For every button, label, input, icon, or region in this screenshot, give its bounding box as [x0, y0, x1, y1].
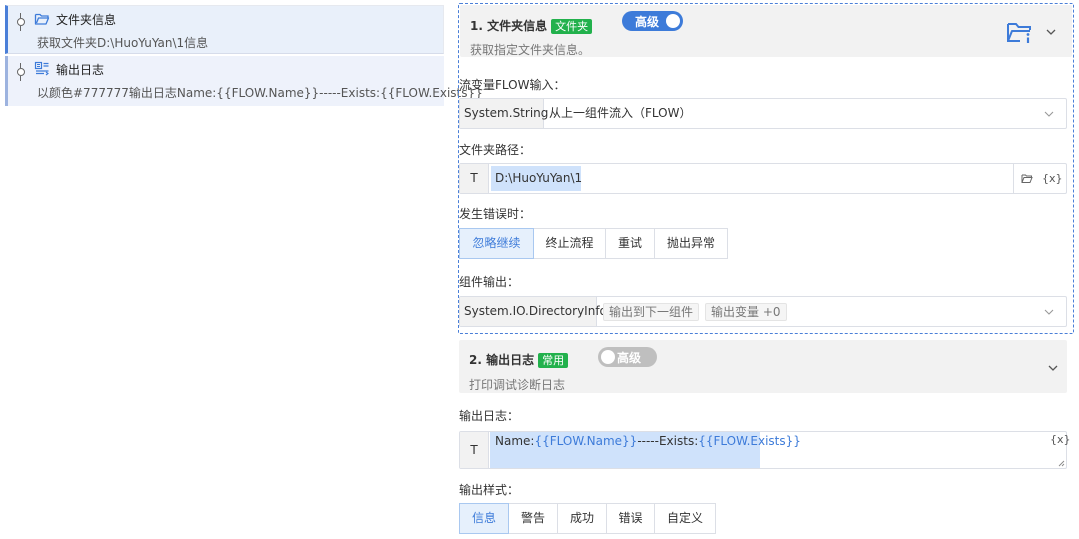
- category-tag: 常用: [538, 353, 569, 368]
- on-error-ignore-button[interactable]: 忽略继续: [459, 228, 534, 259]
- style-info-button[interactable]: 信息: [459, 503, 509, 534]
- flow-node-connector-icon: [17, 63, 25, 81]
- log-variable-name: {{FLOW.Name}}: [534, 434, 638, 448]
- folder-path-field[interactable]: T D:\HuoYuYan\1 {x}: [459, 163, 1067, 194]
- log-text-input[interactable]: Name:{{FLOW.Name}}-----Exists:{{FLOW.Exi…: [495, 433, 801, 449]
- flow-item-folder-info[interactable]: 文件夹信息 获取文件夹D:\HuoYuYan\1信息: [5, 5, 444, 54]
- card-header-log-output[interactable]: 2. 输出日志 常用 高级 打印调试诊断日志: [459, 340, 1067, 393]
- divider: [1013, 164, 1014, 193]
- output-variable-chip[interactable]: 输出变量 +0: [705, 303, 787, 321]
- on-error-button-group: 忽略继续 终止流程 重试 抛出异常: [459, 228, 728, 259]
- card-title: 2. 输出日志 常用: [469, 351, 569, 368]
- log-variable-exists: {{FLOW.Exists}}: [698, 434, 801, 448]
- folder-open-icon: [34, 13, 50, 25]
- card-description: 获取指定文件夹信息。: [470, 43, 591, 57]
- config-panel: 1. 文件夹信息 文件夹 高级 获取指定文件夹信息。 流变量FLOW输入： Sys…: [446, 0, 1079, 539]
- toggle-knob: [601, 350, 615, 364]
- output-style-button-group: 信息 警告 成功 错误 自定义: [459, 503, 716, 534]
- style-custom-button[interactable]: 自定义: [654, 503, 716, 534]
- chevron-down-icon[interactable]: [1046, 27, 1056, 37]
- style-warning-button[interactable]: 警告: [508, 503, 558, 534]
- on-error-retry-button[interactable]: 重试: [605, 228, 655, 259]
- advanced-toggle-label: 高级: [617, 351, 642, 365]
- folder-info-icon: [1007, 23, 1031, 43]
- flow-input-select[interactable]: System.String 从上一组件流入（FLOW）: [459, 98, 1067, 129]
- variable-insert-button[interactable]: {x}: [1050, 433, 1071, 446]
- flow-input-label: 流变量FLOW输入：: [459, 78, 566, 92]
- toggle-knob: [666, 14, 680, 28]
- advanced-toggle[interactable]: 高级: [598, 347, 657, 367]
- on-error-stop-button[interactable]: 终止流程: [533, 228, 606, 259]
- category-tag: 文件夹: [551, 19, 593, 34]
- log-output-icon: [34, 61, 49, 76]
- folder-path-input[interactable]: D:\HuoYuYan\1: [495, 164, 582, 193]
- card-title-text: 2. 输出日志: [469, 353, 535, 367]
- flow-input-value: 从上一组件流入（FLOW）: [549, 106, 692, 120]
- log-text-literal: Name:: [495, 434, 535, 448]
- card-description: 打印调试诊断日志: [469, 378, 566, 392]
- component-output-select[interactable]: System.IO.DirectoryInfo 输出到下一组件 输出变量 +0: [459, 296, 1067, 327]
- output-type: System.IO.DirectoryInfo: [460, 297, 607, 326]
- flow-item-subtitle: 以颜色#777777输出日志Name:{{FLOW.Name}}-----Exi…: [37, 86, 483, 100]
- flow-item-title: 文件夹信息: [56, 13, 117, 27]
- flow-input-type: System.String: [460, 99, 548, 128]
- variable-insert-button[interactable]: {x}: [1042, 164, 1063, 193]
- style-success-button[interactable]: 成功: [557, 503, 607, 534]
- flow-node-connector-icon: [17, 13, 25, 31]
- card-title: 1. 文件夹信息 文件夹: [470, 17, 593, 34]
- chevron-down-icon: [1044, 309, 1054, 315]
- text-type-prefix: T: [460, 432, 489, 468]
- output-style-label: 输出样式：: [459, 483, 520, 497]
- chevron-down-icon: [1044, 111, 1054, 117]
- output-next-chip[interactable]: 输出到下一组件: [603, 303, 700, 321]
- log-text-area[interactable]: T Name:{{FLOW.Name}}-----Exists:{{FLOW.E…: [459, 431, 1071, 469]
- on-error-label: 发生错误时：: [459, 207, 532, 221]
- on-error-throw-button[interactable]: 抛出异常: [654, 228, 728, 259]
- folder-browse-icon[interactable]: [1021, 173, 1033, 184]
- component-output-label: 组件输出：: [459, 275, 520, 289]
- log-text-literal: -----Exists:: [637, 434, 699, 448]
- folder-path-label: 文件夹路径：: [459, 143, 532, 157]
- log-text-label: 输出日志：: [459, 409, 520, 423]
- text-type-prefix: T: [460, 164, 489, 193]
- card-title-text: 1. 文件夹信息: [470, 19, 548, 33]
- advanced-toggle[interactable]: 高级: [622, 11, 683, 31]
- flow-item-title: 输出日志: [56, 63, 105, 77]
- flow-list-panel: 文件夹信息 获取文件夹D:\HuoYuYan\1信息 输出日志 以颜色#7777…: [0, 0, 483, 539]
- advanced-toggle-label: 高级: [635, 15, 660, 29]
- flow-item-log-output[interactable]: 输出日志 以颜色#777777输出日志Name:{{FLOW.Name}}---…: [5, 56, 483, 106]
- resize-handle-icon[interactable]: [1058, 460, 1065, 467]
- chevron-down-icon[interactable]: [1048, 363, 1058, 373]
- card-header-folder-info[interactable]: 1. 文件夹信息 文件夹 高级 获取指定文件夹信息。: [460, 5, 1072, 57]
- style-error-button[interactable]: 错误: [606, 503, 655, 534]
- flow-item-subtitle: 获取文件夹D:\HuoYuYan\1信息: [37, 36, 209, 50]
